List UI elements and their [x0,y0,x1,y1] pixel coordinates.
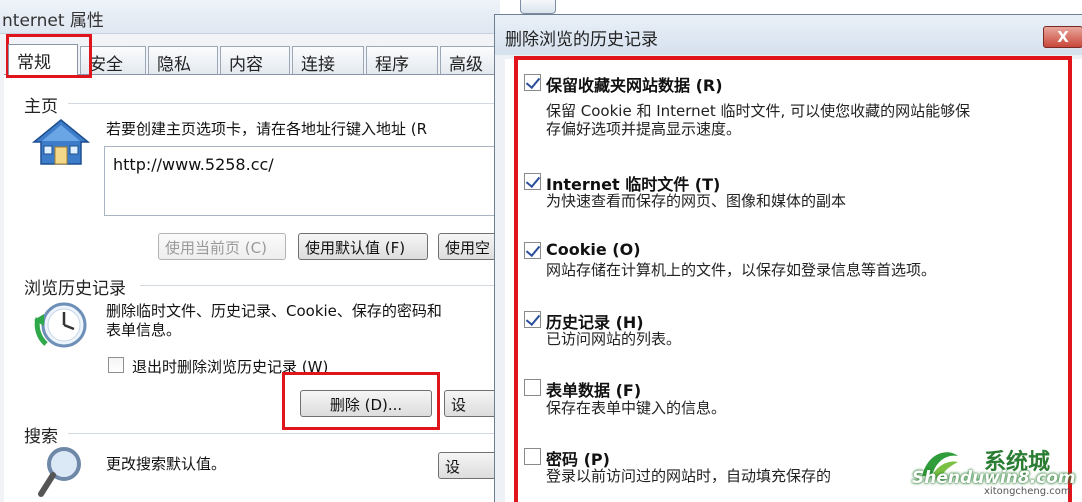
history-clock-icon [34,302,87,348]
home-url-field[interactable]: http://www.5258.cc/ [104,146,500,216]
history-desc: 已访问网站的列表。 [546,330,682,348]
history-description-line1: 删除临时文件、历史记录、Cookie、保存的密码和 [106,302,442,320]
history-group-line [140,285,500,286]
home-description: 若要创建主页选项卡，请在各地址行键入地址 (R [106,120,428,138]
use-blank-button[interactable]: 使用空 [438,233,500,260]
tab-connections[interactable]: 连接 [292,46,364,75]
close-button[interactable]: X [1043,26,1082,48]
tab-content[interactable]: 内容 [220,46,290,75]
keep-favorites-desc-1: 保留 Cookie 和 Internet 临时文件, 可以使您收藏的网站能够保 [546,102,971,120]
keep-favorites-desc-2: 存偏好选项并提高显示速度。 [546,120,742,138]
internet-options-window: nternet 属性 常规 安全 隐私 内容 连接 程序 高级 主页 若要创建主… [0,0,556,502]
form-data-desc: 保存在表单中键入的信息。 [546,399,727,417]
temp-files-desc: 为快速查看而保存的网页、图像和媒体的副本 [546,192,847,210]
use-default-button[interactable]: 使用默认值 (F) [298,233,428,260]
watermark-domain: xitongcheng.com [984,486,1071,497]
search-group-line [68,433,500,434]
home-icon [32,119,90,165]
cookie-desc: 网站存储在计算机上的文件，以保存如登录信息等首选项。 [546,261,937,279]
home-group-line [68,103,500,104]
use-current-button[interactable]: 使用当前页 (C) [158,233,286,260]
watermark-site: Shenduwin8.com [912,468,1076,488]
dialog-title: 删除浏览的历史记录 [505,30,658,50]
history-group-label: 浏览历史记录 [24,279,126,299]
form-data-checkbox[interactable] [524,379,541,396]
history-description-line2: 表单信息。 [106,321,182,339]
delete-on-exit-checkbox[interactable] [108,357,124,373]
tab-privacy[interactable]: 隐私 [148,46,218,75]
tab-general[interactable]: 常规 [8,44,78,75]
window-titlebar: nternet 属性 [0,0,500,34]
watermark: 系统城 Shenduwin8.com xitongcheng.com [900,440,1082,502]
form-data-title: 表单数据 (F) [546,381,642,400]
window-title: nternet 属性 [2,11,104,31]
title-control[interactable] [520,0,556,14]
dialog-titlebar: 删除浏览的历史记录 X [495,15,1082,55]
history-settings-button[interactable]: 设 [444,390,500,417]
home-group-label: 主页 [24,97,58,117]
history-checkbox[interactable] [524,311,541,328]
cookie-checkbox[interactable] [524,242,541,259]
search-description: 更改搜索默认值。 [106,455,227,473]
cookie-title: Cookie (O) [546,240,641,259]
keep-favorites-title: 保留收藏夹网站数据 (R) [546,76,723,95]
search-magnifier-icon [38,447,81,497]
search-settings-button[interactable]: 设 [438,452,500,479]
tab-programs[interactable]: 程序 [366,46,438,75]
tab-advanced[interactable]: 高级 [440,46,500,75]
passwords-desc: 登录以前访问过的网站时，自动填充保存的 [546,467,832,485]
highlight-delete-button [282,372,440,430]
temp-files-checkbox[interactable] [524,173,541,190]
keep-favorites-checkbox[interactable] [524,74,541,91]
passwords-checkbox[interactable] [524,448,541,465]
